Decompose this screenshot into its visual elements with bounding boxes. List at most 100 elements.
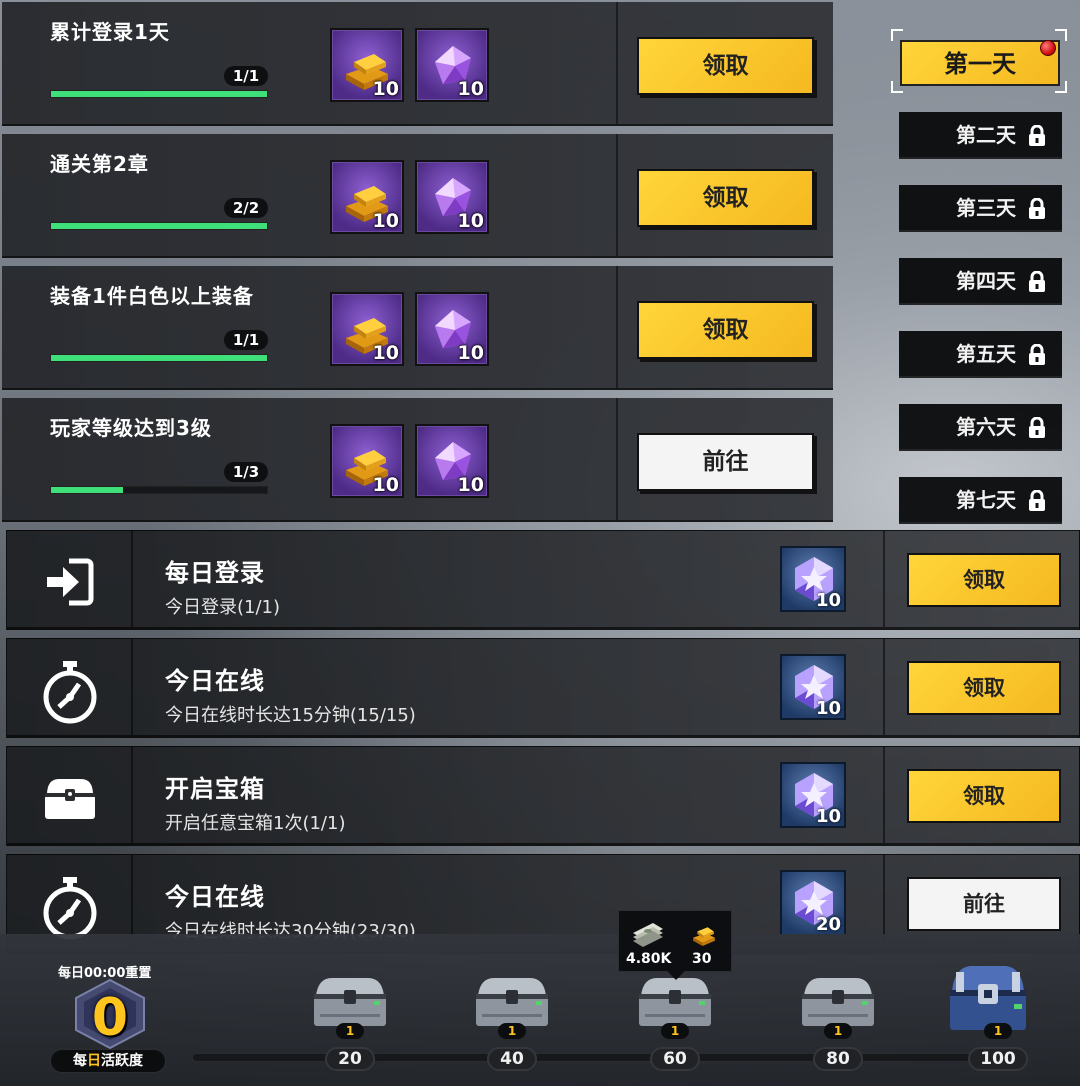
task-progress-fill [51,91,267,97]
claim-button[interactable]: 领取 [907,553,1061,607]
task-row: 玩家等级达到3级 1/3 10 10 前往 [2,398,833,522]
daily-icon-cell [7,747,133,843]
reward-blue-gem[interactable]: 20 [780,870,846,936]
milestone-label: 80 [813,1047,863,1071]
gold-bar-icon [693,927,715,946]
reward-gold-bar[interactable]: 10 [330,424,404,498]
task-count: 2/2 [224,198,268,218]
claim-button[interactable]: 领取 [907,769,1061,823]
daily-task-row: 今日在线 今日在线时长达15分钟(15/15) 10 领取 [6,638,1080,738]
tab-label: 第七天 [956,488,1016,512]
reward-gold-bar[interactable]: 10 [330,292,404,366]
daily-icon-cell [7,639,133,735]
tab-day-1[interactable]: 第一天 [900,40,1060,86]
reward-purple-gem[interactable]: 10 [415,424,489,498]
go-button[interactable]: 前往 [637,433,814,491]
task-count: 1/1 [224,330,268,350]
activity-label-post: 活跃度 [101,1053,143,1069]
tab-day-5[interactable]: 第五天 [899,331,1062,378]
cash-stack-icon [633,923,663,947]
claim-button[interactable]: 领取 [907,661,1061,715]
daily-icon-cell [7,531,133,627]
reward-blue-gem[interactable]: 10 [780,546,846,612]
task-progress-bar [50,486,268,494]
reward-qty: 10 [457,210,484,232]
reward-gold-bar[interactable]: 10 [330,160,404,234]
daily-title: 每日登录 [165,559,265,587]
reward-blue-gem[interactable]: 10 [780,762,846,828]
tab-day-6[interactable]: 第六天 [899,404,1062,451]
task-progress-fill [51,487,123,493]
daily-title: 今日在线 [165,667,265,695]
lock-icon [1029,490,1045,511]
reward-purple-gem[interactable]: 10 [415,160,489,234]
tab-day-2[interactable]: 第二天 [899,112,1062,159]
chest-count: 1 [661,1023,689,1039]
chest-count: 1 [336,1023,364,1039]
reward-qty: 10 [372,474,399,496]
go-button[interactable]: 前往 [907,877,1061,931]
lock-icon [1029,125,1045,146]
tab-label: 第二天 [956,123,1016,147]
reward-tooltip: 4.80K 30 [618,910,732,980]
task-progress-fill [51,223,267,229]
task-name: 通关第2章 [50,152,149,176]
divider [883,639,885,735]
tab-day-4[interactable]: 第四天 [899,258,1062,305]
daily-desc: 今日在线时长达15分钟(15/15) [165,705,416,726]
activity-progress-track [192,1053,1012,1062]
task-count: 1/3 [224,462,268,482]
task-progress-bar [50,222,268,230]
milestone-label: 60 [650,1047,700,1071]
task-row: 累计登录1天 1/1 10 10 领取 [2,2,833,126]
daily-task-row: 开启宝箱 开启任意宝箱1次(1/1) 10 领取 [6,746,1080,846]
reward-gold-bar[interactable]: 10 [330,28,404,102]
notification-dot [1040,40,1056,56]
task-row: 通关第2章 2/2 10 10 领取 [2,134,833,258]
reward-purple-gem[interactable]: 10 [415,28,489,102]
reward-qty: 20 [815,914,841,935]
tab-day-3[interactable]: 第三天 [899,185,1062,232]
chest-count: 1 [984,1023,1012,1039]
tooltip-gold-value: 30 [692,951,712,967]
daily-desc: 开启任意宝箱1次(1/1) [165,813,346,834]
divider [883,531,885,627]
task-progress-bar [50,90,268,98]
divider [616,2,618,124]
reward-qty: 10 [815,698,841,719]
activity-label-highlight: 日 [87,1053,101,1069]
reward-purple-gem[interactable]: 10 [415,292,489,366]
stopwatch-icon [43,877,97,940]
daily-task-row: 每日登录 今日登录(1/1) 10 领取 [6,530,1080,630]
claim-button[interactable]: 领取 [637,169,814,227]
divider [883,747,885,843]
task-progress-bar [50,354,268,362]
login-icon [47,558,94,606]
lock-icon [1029,198,1045,219]
tab-label: 第六天 [956,415,1016,439]
daily-title: 今日在线 [165,883,265,911]
task-name: 装备1件白色以上装备 [50,284,254,308]
activity-label-pre: 每 [73,1053,87,1069]
claim-button[interactable]: 领取 [637,37,814,95]
divider [616,398,618,520]
reward-qty: 10 [372,78,399,100]
tab-label: 第三天 [956,196,1016,220]
reward-qty: 10 [372,210,399,232]
reward-qty: 10 [457,474,484,496]
milestone-label: 40 [487,1047,537,1071]
activity-value: 0 [91,988,129,1048]
reward-qty: 10 [815,806,841,827]
lock-icon [1029,271,1045,292]
claim-button[interactable]: 领取 [637,301,814,359]
tab-label: 第四天 [956,269,1016,293]
tab-day-7[interactable]: 第七天 [899,477,1062,524]
chest-count: 1 [498,1023,526,1039]
tab-label: 第五天 [956,342,1016,366]
chest-count: 1 [824,1023,852,1039]
task-name: 玩家等级达到3级 [50,416,212,440]
reward-qty: 10 [372,342,399,364]
reward-blue-gem[interactable]: 10 [780,654,846,720]
reward-qty: 10 [457,78,484,100]
tooltip-cash-value: 4.80K [626,951,672,967]
